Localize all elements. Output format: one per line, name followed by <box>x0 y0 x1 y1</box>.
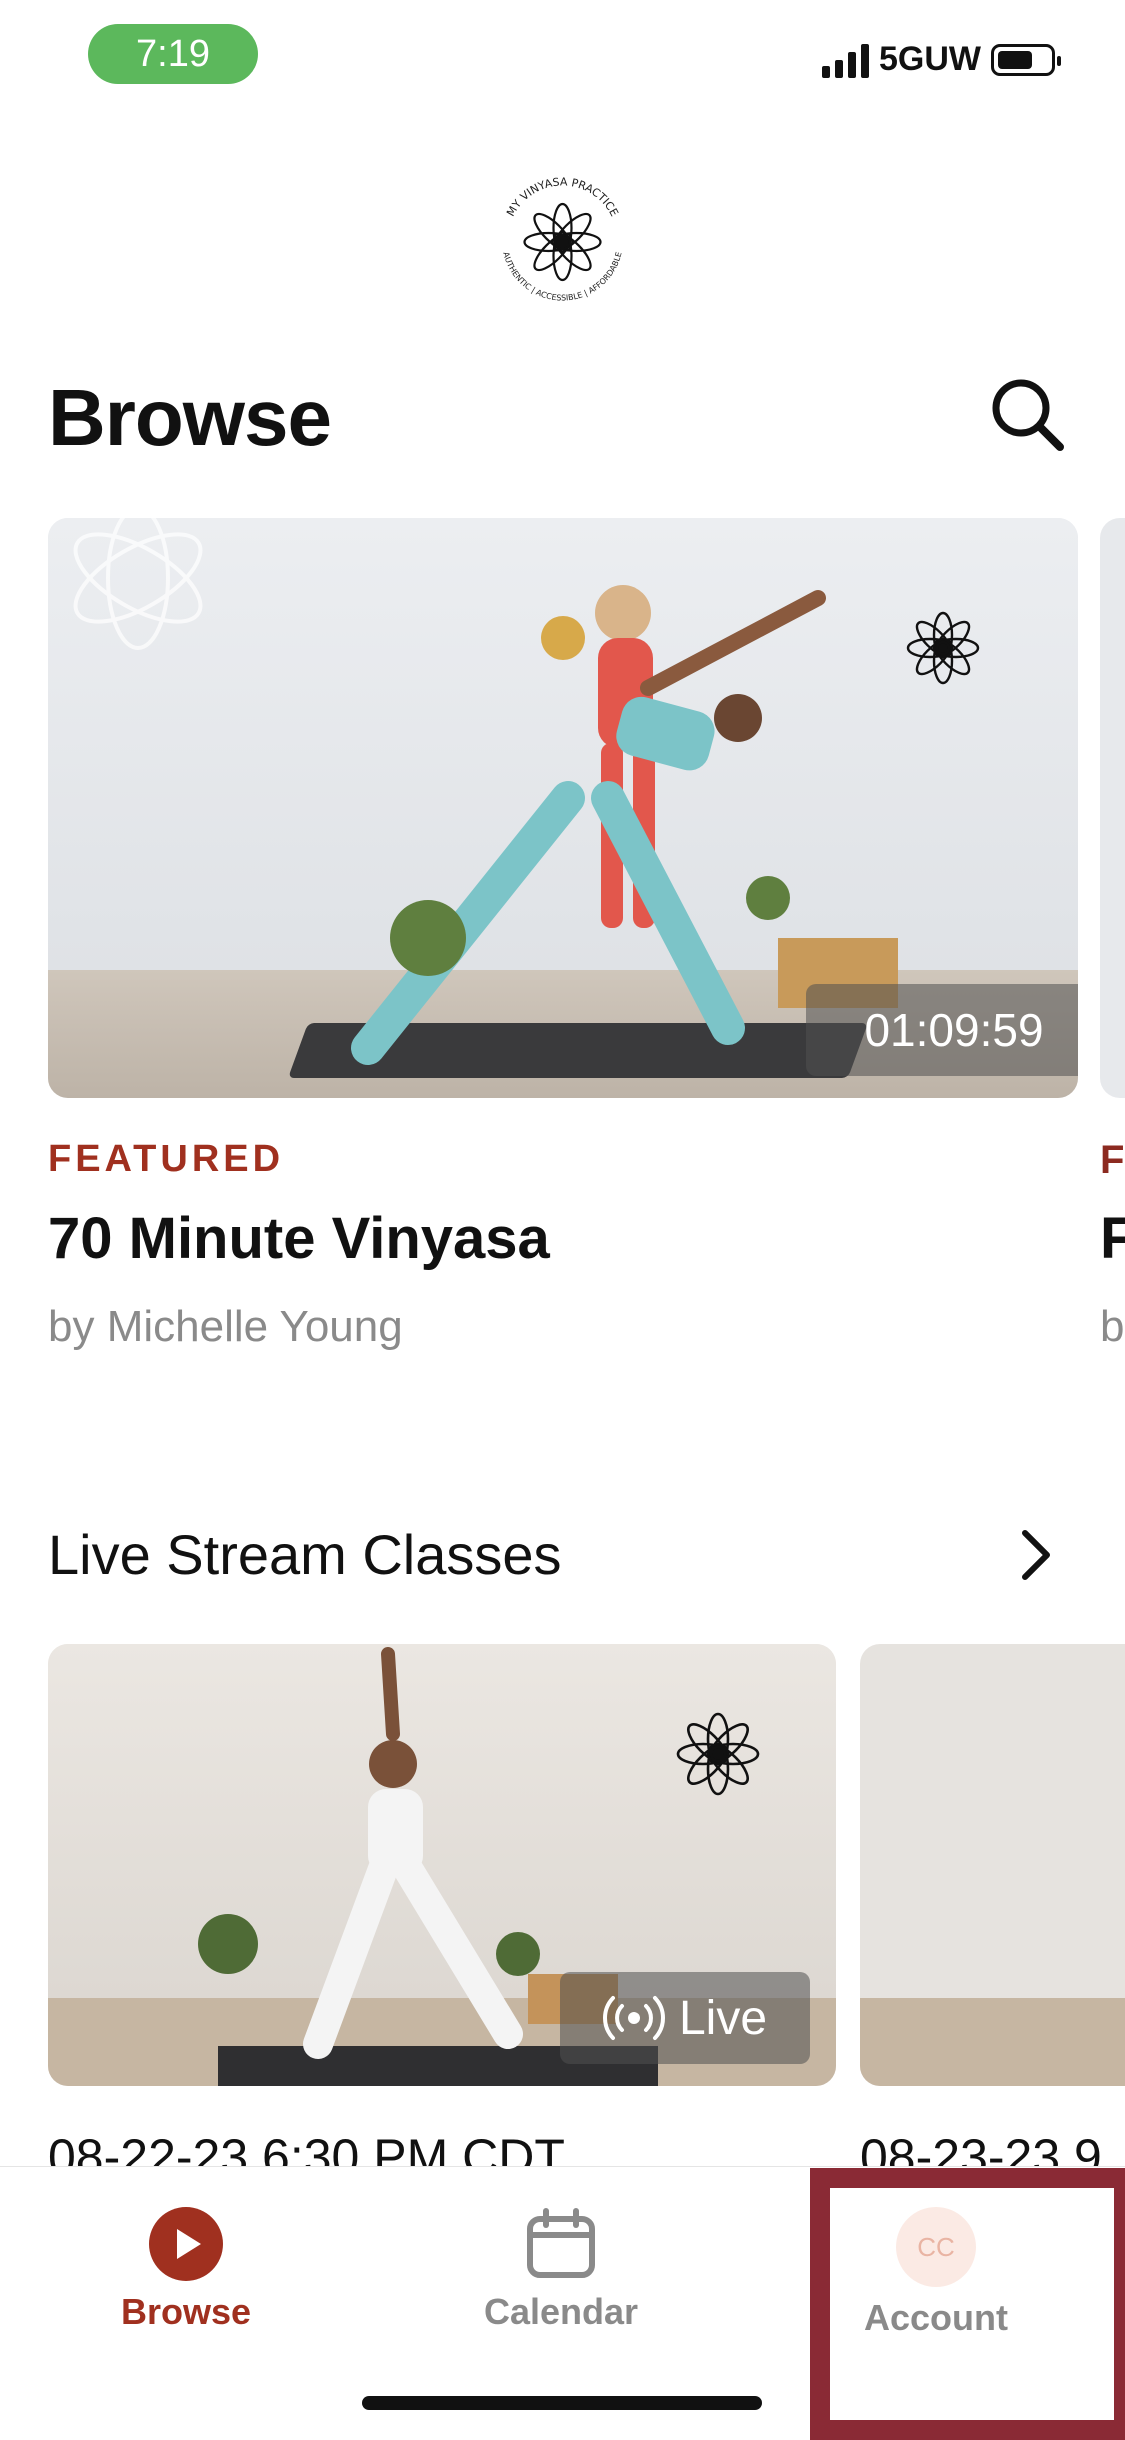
signal-icon <box>822 42 869 78</box>
featured-class-thumbnail[interactable]: 01:09:59 <box>48 518 1078 1098</box>
svg-text:MY VINYASA PRACTICE: MY VINYASA PRACTICE <box>504 175 621 218</box>
svg-text:AUTHENTIC | ACCESSIBLE | AFFOR: AUTHENTIC | ACCESSIBLE | AFFORDABLE <box>501 251 623 303</box>
next-featured-title: F <box>1100 1206 1125 1271</box>
status-bar: 7:19 5GUW <box>0 0 1125 120</box>
duration-badge: 01:09:59 <box>806 984 1078 1076</box>
tab-calendar-label: Calendar <box>483 2291 639 2332</box>
page-title: Browse <box>48 373 332 462</box>
featured-label: FEATURED <box>48 1138 285 1180</box>
status-indicators: 5GUW <box>822 40 1061 79</box>
calendar-icon <box>527 2208 595 2278</box>
battery-icon <box>991 43 1061 76</box>
tab-browse-label: Browse <box>120 2291 252 2332</box>
next-live-class-thumbnail[interactable] <box>860 1644 1125 2086</box>
home-indicator <box>362 2396 762 2410</box>
tab-browse[interactable]: Browse <box>36 2207 336 2357</box>
live-stream-section-title: Live Stream Classes <box>48 1523 562 1586</box>
live-badge: Live <box>560 1972 810 2064</box>
next-featured-card[interactable] <box>1100 518 1125 1098</box>
next-featured-author: b <box>1100 1302 1125 1351</box>
featured-author: by Michelle Young <box>48 1302 403 1351</box>
my-vinyasa-practice-logo: MY VINYASA PRACTICE AUTHENTIC | ACCESSIB… <box>501 175 623 303</box>
search-icon[interactable] <box>988 375 1068 455</box>
tab-account-label: Account <box>864 2297 1008 2338</box>
play-circle-icon <box>149 2207 223 2281</box>
avatar: CC <box>896 2207 976 2287</box>
status-time: 7:19 <box>88 24 258 84</box>
featured-title[interactable]: 70 Minute Vinyasa <box>48 1205 550 1272</box>
next-featured-eyebrow: F <box>1100 1138 1125 1182</box>
broadcast-icon <box>602 1996 665 2040</box>
tab-calendar[interactable]: Calendar <box>411 2207 711 2357</box>
tab-account[interactable]: CC Account <box>786 2207 1086 2357</box>
live-label: Live <box>678 1991 768 2045</box>
network-label: 5GUW <box>879 40 981 78</box>
chevron-right-icon[interactable] <box>1005 1525 1065 1585</box>
